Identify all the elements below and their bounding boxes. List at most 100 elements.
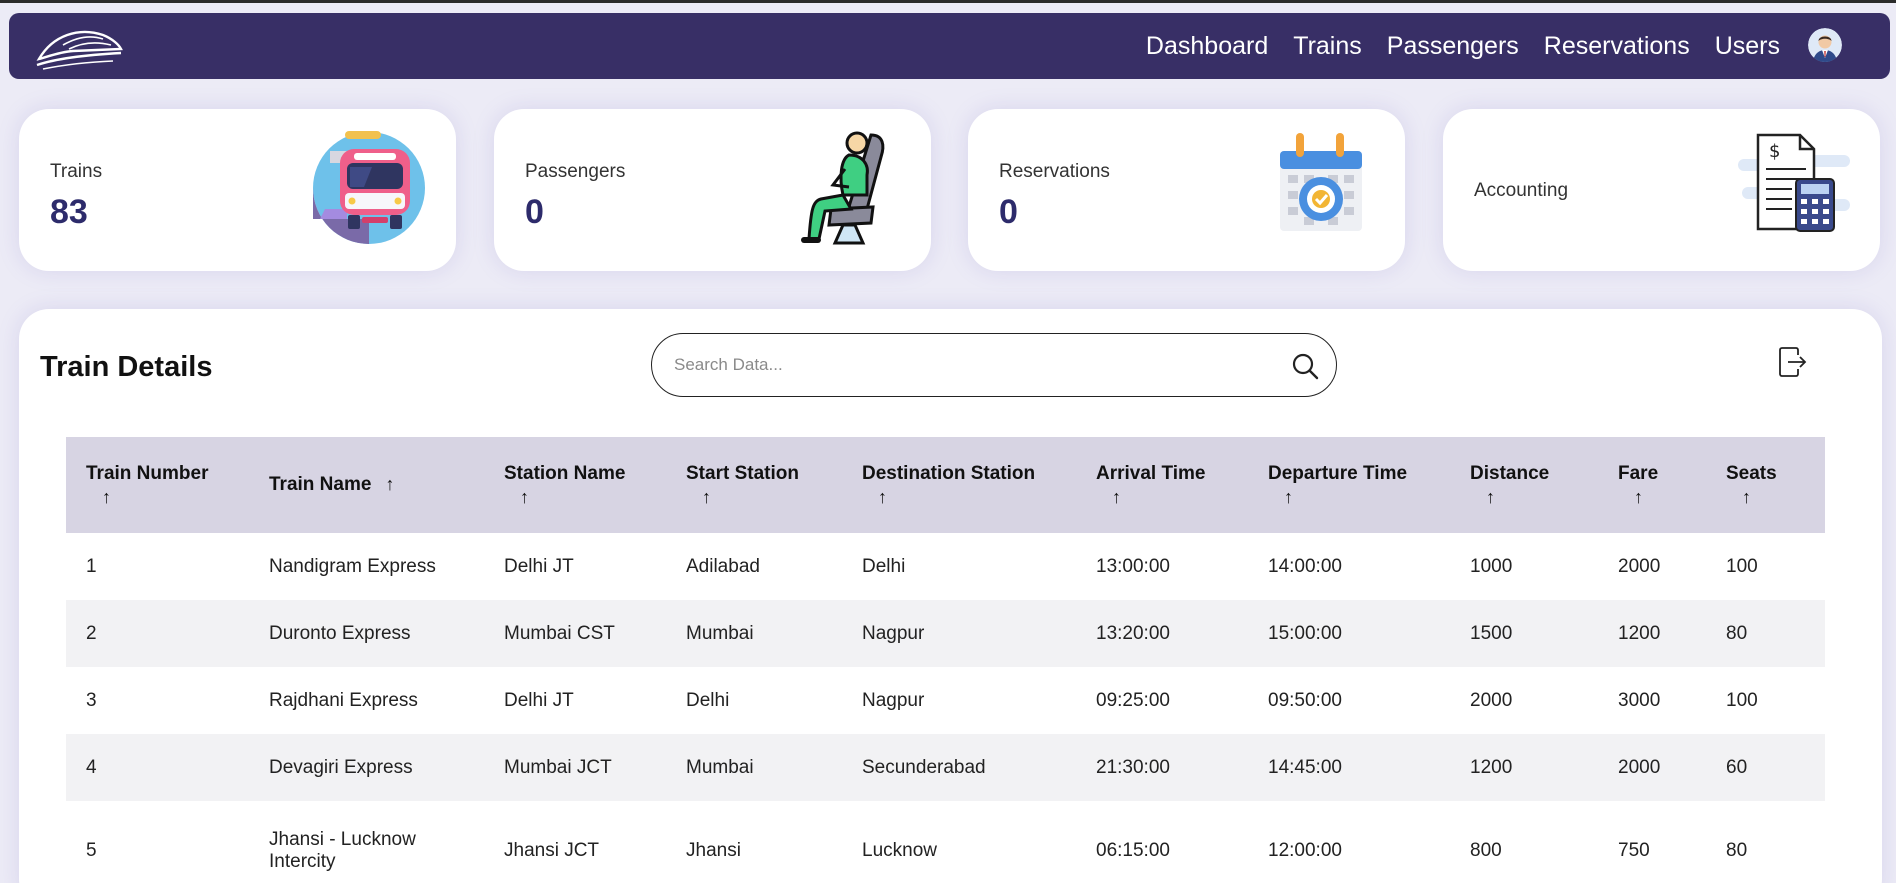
cell-destination-station: Delhi xyxy=(862,555,906,577)
sort-arrow-icon[interactable]: ↑ xyxy=(385,474,394,494)
col-fare[interactable]: Fare ↑ xyxy=(1598,437,1706,533)
cell-distance: 800 xyxy=(1470,840,1502,861)
col-departure-time[interactable]: Departure Time ↑ xyxy=(1248,437,1450,533)
passenger-seat-icon xyxy=(787,129,905,247)
cell-distance: 1000 xyxy=(1470,555,1513,577)
cell-train-name: Duronto Express xyxy=(269,622,411,644)
sort-arrow-icon[interactable]: ↑ xyxy=(1284,487,1450,508)
nav-passengers[interactable]: Passengers xyxy=(1387,32,1519,61)
nav-reservations[interactable]: Reservations xyxy=(1544,32,1690,61)
cell-train-number: 1 xyxy=(86,555,97,577)
col-train-name[interactable]: Train Name ↑ xyxy=(249,437,484,533)
cell-distance: 2000 xyxy=(1470,689,1513,711)
col-start-station[interactable]: Start Station ↑ xyxy=(666,437,842,533)
cell-arrival-time: 13:00:00 xyxy=(1096,555,1170,577)
cell-start-station: Mumbai xyxy=(686,756,754,778)
col-station-name[interactable]: Station Name ↑ xyxy=(484,437,666,533)
cell-train-number: 2 xyxy=(86,622,97,644)
cell-fare: 2000 xyxy=(1618,756,1661,778)
cell-train-name: Rajdhani Express xyxy=(269,689,418,711)
cell-train-name: Jhansi - Lucknow Intercity xyxy=(269,829,416,872)
cell-train-name: Nandigram Express xyxy=(269,555,436,577)
train-icon xyxy=(312,129,430,247)
cell-start-station: Mumbai xyxy=(686,622,754,644)
cell-fare: 2000 xyxy=(1618,555,1661,577)
cell-seats: 60 xyxy=(1726,756,1748,778)
cell-station-name: Delhi JT xyxy=(504,689,574,711)
cell-distance: 1200 xyxy=(1470,756,1513,778)
sort-arrow-icon[interactable]: ↑ xyxy=(1634,487,1706,508)
cell-fare: 3000 xyxy=(1618,689,1661,711)
nav-users[interactable]: Users xyxy=(1715,32,1780,61)
table-row[interactable]: 3 Rajdhani Express Delhi JT Delhi Nagpur… xyxy=(66,667,1825,734)
sort-arrow-icon[interactable]: ↑ xyxy=(1112,487,1248,508)
card-reservations-value: 0 xyxy=(999,193,1018,231)
card-reservations[interactable]: Reservations 0 xyxy=(968,109,1405,271)
export-icon[interactable] xyxy=(1778,346,1808,378)
nav-trains[interactable]: Trains xyxy=(1293,32,1362,61)
cell-destination-station: Lucknow xyxy=(862,840,937,861)
card-passengers[interactable]: Passengers 0 xyxy=(494,109,931,271)
window-top-border xyxy=(0,0,1896,3)
train-details-panel: Train Details Train Number↑ Train Name↑ … xyxy=(19,309,1882,883)
table-row[interactable]: 1 Nandigram Express Delhi JT Adilabad De… xyxy=(66,533,1825,600)
col-distance[interactable]: Distance ↑ xyxy=(1450,437,1598,533)
cell-departure-time: 14:45:00 xyxy=(1268,756,1342,778)
cell-station-name: Jhansi JCT xyxy=(504,840,600,861)
cell-distance: 1500 xyxy=(1470,622,1513,644)
table-row[interactable]: 5 Jhansi - Lucknow Intercity Jhansi JCT … xyxy=(66,801,1825,883)
cell-seats: 100 xyxy=(1726,555,1758,577)
sort-arrow-icon[interactable]: ↑ xyxy=(1486,487,1598,508)
table-row[interactable]: 4 Devagiri Express Mumbai JCT Mumbai Sec… xyxy=(66,734,1825,801)
cell-seats: 80 xyxy=(1726,840,1748,861)
sort-arrow-icon[interactable]: ↑ xyxy=(102,487,249,508)
cell-train-number: 5 xyxy=(86,840,97,861)
cell-train-name: Devagiri Express xyxy=(269,756,413,778)
cell-seats: 100 xyxy=(1726,689,1758,711)
card-passengers-value: 0 xyxy=(525,193,544,231)
train-logo-icon[interactable] xyxy=(33,21,123,73)
cell-station-name: Delhi JT xyxy=(504,555,574,577)
cell-departure-time: 14:00:00 xyxy=(1268,555,1342,577)
card-trains[interactable]: Trains 83 xyxy=(19,109,456,271)
cell-arrival-time: 21:30:00 xyxy=(1096,756,1170,778)
table-row[interactable]: 2 Duronto Express Mumbai CST Mumbai Nagp… xyxy=(66,600,1825,667)
sort-arrow-icon[interactable]: ↑ xyxy=(878,487,1076,508)
nav-dashboard[interactable]: Dashboard xyxy=(1146,32,1268,61)
cell-destination-station: Nagpur xyxy=(862,689,925,711)
cell-train-number: 3 xyxy=(86,689,97,711)
search-box xyxy=(651,333,1337,397)
cell-departure-time: 09:50:00 xyxy=(1268,689,1342,711)
navbar: Dashboard Trains Passengers Reservations… xyxy=(9,13,1890,79)
cell-departure-time: 15:00:00 xyxy=(1268,622,1342,644)
cell-station-name: Mumbai CST xyxy=(504,622,615,644)
col-destination-station[interactable]: Destination Station ↑ xyxy=(842,437,1076,533)
accounting-icon: $ xyxy=(1736,129,1854,247)
col-arrival-time[interactable]: Arrival Time ↑ xyxy=(1076,437,1248,533)
cell-arrival-time: 09:25:00 xyxy=(1096,689,1170,711)
panel-title: Train Details xyxy=(40,351,213,383)
cell-seats: 80 xyxy=(1726,622,1748,644)
cell-destination-station: Secunderabad xyxy=(862,756,986,778)
calendar-icon xyxy=(1276,129,1394,247)
cell-start-station: Delhi xyxy=(686,689,730,711)
search-input[interactable] xyxy=(674,355,1254,375)
svg-text:$: $ xyxy=(1769,141,1780,162)
cell-start-station: Adilabad xyxy=(686,555,760,577)
col-train-number[interactable]: Train Number ↑ xyxy=(66,437,249,533)
sort-arrow-icon[interactable]: ↑ xyxy=(520,487,666,508)
cell-arrival-time: 06:15:00 xyxy=(1096,840,1170,861)
nav-links: Dashboard Trains Passengers Reservations… xyxy=(1146,13,1780,79)
cell-departure-time: 12:00:00 xyxy=(1268,840,1342,861)
sort-arrow-icon[interactable]: ↑ xyxy=(702,487,842,508)
user-avatar[interactable] xyxy=(1808,28,1842,62)
sort-arrow-icon[interactable]: ↑ xyxy=(1742,487,1825,508)
cell-arrival-time: 13:20:00 xyxy=(1096,622,1170,644)
card-accounting-label: Accounting xyxy=(1474,180,1569,201)
search-icon[interactable] xyxy=(1291,352,1319,380)
cell-station-name: Mumbai JCT xyxy=(504,756,612,778)
col-seats[interactable]: Seats ↑ xyxy=(1706,437,1825,533)
train-table: Train Number ↑ Train Name ↑ Station Name ↑ … xyxy=(66,437,1825,883)
card-accounting[interactable]: Accounting $ xyxy=(1443,109,1880,271)
table-header-row: Train Number ↑ Train Name ↑ Station Name ↑ … xyxy=(66,437,1825,533)
